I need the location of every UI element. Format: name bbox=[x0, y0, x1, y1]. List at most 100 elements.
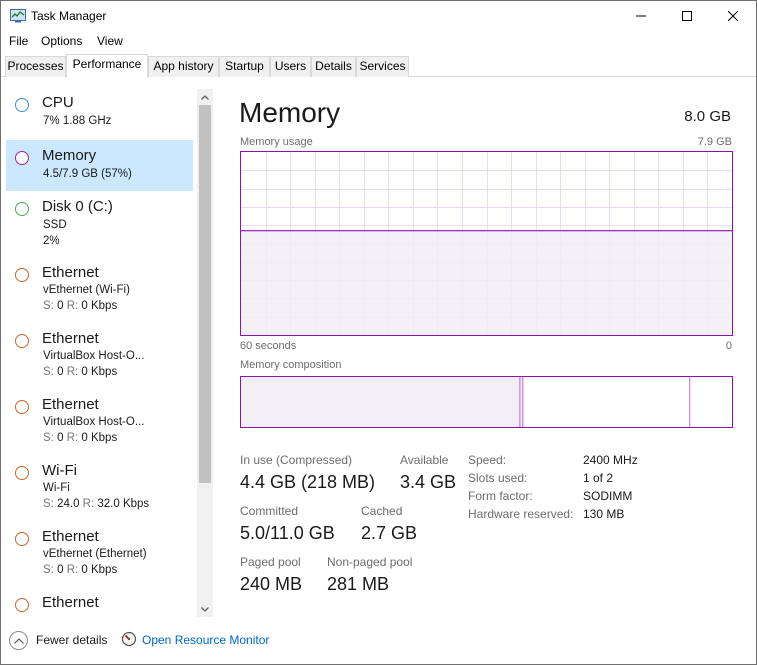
resource-throughput: S: 0 R: 0 Kbps bbox=[43, 432, 118, 444]
network-graph-icon bbox=[15, 268, 29, 282]
cpu-graph-icon bbox=[15, 98, 29, 112]
in-use-segment bbox=[241, 377, 520, 427]
resource-cpu[interactable]: CPU 7% 1.88 GHz bbox=[6, 87, 193, 139]
resource-title: Memory bbox=[42, 147, 97, 164]
resource-title: Disk 0 (C:) bbox=[42, 198, 113, 215]
resource-ethernet[interactable]: Ethernet VirtualBox Host-O... S: 0 R: 0 … bbox=[6, 389, 193, 453]
memory-composition-bar bbox=[240, 376, 733, 428]
tab-strip: Processes Performance App history Startu… bbox=[1, 54, 756, 78]
resource-throughput: S: 0 R: 0 Kbps bbox=[43, 300, 118, 312]
in-use-value: 4.4 GB (218 MB) bbox=[240, 472, 376, 492]
title-bar[interactable]: Task Manager bbox=[1, 1, 756, 31]
speed-label: Speed: bbox=[468, 453, 507, 467]
x-axis-left-label: 60 seconds bbox=[240, 340, 297, 352]
memory-composition-chart bbox=[241, 377, 691, 427]
tab-performance[interactable]: Performance bbox=[66, 54, 148, 78]
memory-usage-chart bbox=[241, 152, 732, 335]
chevron-up-icon bbox=[201, 94, 209, 100]
tab-startup[interactable]: Startup bbox=[219, 56, 270, 77]
available-value: 3.4 GB bbox=[400, 472, 457, 492]
network-graph-icon bbox=[15, 400, 29, 414]
footer-bar: Fewer details Open Resource Monitor bbox=[1, 625, 756, 663]
resource-detail: vEthernet (Ethernet) bbox=[43, 548, 147, 560]
committed-value: 5.0/11.0 GB bbox=[240, 523, 335, 543]
close-icon bbox=[728, 11, 738, 21]
memory-usage-max: 7.9 GB bbox=[697, 136, 732, 148]
network-graph-icon bbox=[15, 466, 29, 480]
resource-title: Ethernet bbox=[42, 594, 99, 611]
resource-wifi[interactable]: Wi-Fi Wi-Fi S: 24.0 R: 32.0 Kbps bbox=[6, 455, 193, 519]
resource-title: CPU bbox=[42, 94, 74, 111]
resource-detail: VirtualBox Host-O... bbox=[43, 350, 145, 362]
resource-ethernet[interactable]: Ethernet bbox=[6, 587, 193, 617]
resource-throughput: S: 0 R: 0 Kbps bbox=[43, 366, 118, 378]
menu-options[interactable]: Options bbox=[41, 34, 82, 48]
resource-ethernet[interactable]: Ethernet vEthernet (Ethernet) S: 0 R: 0 … bbox=[6, 521, 193, 585]
speed-value: 2400 MHz bbox=[583, 453, 638, 467]
open-resource-monitor-link[interactable]: Open Resource Monitor bbox=[142, 633, 269, 647]
resource-detail: Wi-Fi bbox=[43, 482, 70, 494]
scroll-down-button[interactable] bbox=[197, 601, 213, 617]
maximize-icon bbox=[682, 11, 692, 21]
network-graph-icon bbox=[15, 598, 29, 612]
resource-ethernet[interactable]: Ethernet vEthernet (Wi-Fi) S: 0 R: 0 Kbp… bbox=[6, 257, 193, 321]
resource-list-scrollbar[interactable] bbox=[197, 89, 213, 617]
resource-title: Ethernet bbox=[42, 528, 99, 545]
resource-title: Ethernet bbox=[42, 264, 99, 281]
task-manager-app-icon bbox=[10, 9, 26, 23]
resource-detail-2: 2% bbox=[43, 235, 60, 247]
paged-pool-value: 240 MB bbox=[240, 574, 303, 594]
fewer-details-link[interactable]: Fewer details bbox=[36, 633, 107, 647]
maximize-button[interactable] bbox=[664, 1, 710, 31]
network-graph-icon bbox=[15, 334, 29, 348]
tab-app-history[interactable]: App history bbox=[148, 56, 219, 77]
resource-ethernet[interactable]: Ethernet VirtualBox Host-O... S: 0 R: 0 … bbox=[6, 323, 193, 387]
tab-users[interactable]: Users bbox=[270, 56, 311, 77]
window-title: Task Manager bbox=[31, 9, 107, 23]
slots-used-label: Slots used: bbox=[468, 471, 528, 485]
hardware-reserved-value: 130 MB bbox=[583, 507, 625, 521]
page-title: Memory bbox=[239, 97, 341, 128]
resource-detail: SSD bbox=[43, 219, 67, 231]
form-factor-value: SODIMM bbox=[583, 489, 633, 503]
committed-label: Committed bbox=[240, 504, 299, 518]
resource-throughput: S: 24.0 R: 32.0 Kbps bbox=[43, 498, 150, 510]
network-graph-icon bbox=[15, 532, 29, 546]
resource-memory[interactable]: Memory 4.5/7.9 GB (57%) bbox=[6, 140, 193, 191]
tab-processes[interactable]: Processes bbox=[5, 56, 66, 77]
memory-usage-graph bbox=[240, 151, 733, 336]
resource-disk[interactable]: Disk 0 (C:) SSD 2% bbox=[6, 191, 193, 255]
non-paged-pool-value: 281 MB bbox=[327, 574, 390, 594]
in-use-label: In use (Compressed) bbox=[240, 453, 353, 467]
memory-graph-icon bbox=[15, 151, 29, 165]
resource-detail: vEthernet (Wi-Fi) bbox=[43, 284, 130, 296]
available-label: Available bbox=[400, 453, 449, 467]
memory-composition-label: Memory composition bbox=[240, 359, 342, 371]
resource-title: Ethernet bbox=[42, 396, 99, 413]
non-paged-pool-label: Non-paged pool bbox=[327, 555, 413, 569]
menu-bar: File Options View bbox=[1, 31, 756, 53]
resource-title: Ethernet bbox=[42, 330, 99, 347]
paged-pool-label: Paged pool bbox=[240, 555, 301, 569]
resource-detail: VirtualBox Host-O... bbox=[43, 416, 145, 428]
tab-details[interactable]: Details bbox=[311, 56, 356, 77]
resource-title: Wi-Fi bbox=[42, 462, 77, 479]
usage-area bbox=[241, 230, 732, 335]
minimize-icon bbox=[636, 15, 646, 17]
menu-view[interactable]: View bbox=[97, 34, 123, 48]
tab-services[interactable]: Services bbox=[356, 56, 409, 77]
close-button[interactable] bbox=[710, 1, 756, 31]
hardware-reserved-label: Hardware reserved: bbox=[468, 507, 574, 521]
resource-list: CPU 7% 1.88 GHz Memory 4.5/7.9 GB (57%) … bbox=[4, 87, 214, 617]
scroll-thumb[interactable] bbox=[199, 105, 211, 483]
cached-value: 2.7 GB bbox=[361, 523, 418, 543]
chevron-up-icon bbox=[13, 637, 24, 644]
slots-used-value: 1 of 2 bbox=[583, 471, 614, 485]
fewer-details-button[interactable] bbox=[9, 631, 28, 650]
disk-graph-icon bbox=[15, 202, 29, 216]
resource-monitor-icon[interactable] bbox=[121, 631, 137, 647]
minimize-button[interactable] bbox=[618, 1, 664, 31]
chevron-down-icon bbox=[201, 606, 209, 612]
scroll-up-button[interactable] bbox=[197, 89, 213, 105]
menu-file[interactable]: File bbox=[9, 34, 28, 48]
